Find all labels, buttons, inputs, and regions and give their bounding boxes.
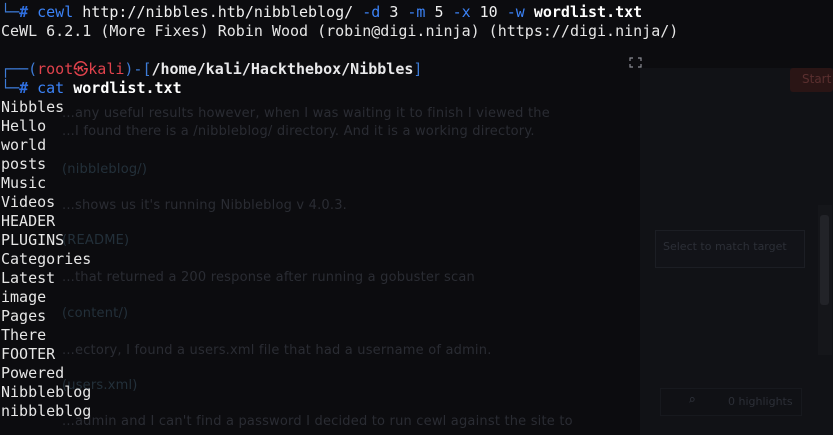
- prompt-host: kali: [88, 60, 125, 78]
- wordlist-line: Pages: [1, 307, 47, 325]
- flag-m: -m: [407, 3, 426, 21]
- flag-d: -d: [362, 3, 381, 21]
- output-file: wordlist.txt: [533, 3, 643, 21]
- wordlist-line: world: [1, 136, 47, 154]
- wordlist-line: Nibbleblog: [1, 383, 92, 401]
- wordlist-line: FOOTER: [1, 345, 56, 363]
- current-command-line: └─# cat wordlist.txt: [1, 79, 182, 98]
- wordlist-line: Music: [1, 174, 47, 192]
- command-name: cewl: [37, 3, 74, 21]
- wordlist-line: There: [1, 326, 47, 344]
- wordlist-line: Powered: [1, 364, 65, 382]
- wordlist-line: PLUGINS: [1, 231, 65, 249]
- wordlist-line: Categories: [1, 250, 92, 268]
- wordlist-line: posts: [1, 155, 47, 173]
- terminal-window[interactable]: └─# cewl http://nibbles.htb/nibbleblog/ …: [1, 0, 833, 435]
- prompt-separator: )-[: [124, 60, 152, 78]
- prompt-hash: #: [19, 3, 29, 21]
- prompt-close-bracket: ]: [413, 60, 423, 78]
- wordlist-line: image: [1, 288, 47, 306]
- command-url: http://nibbles.htb/nibbleblog/: [82, 3, 354, 21]
- command-argument: wordlist.txt: [73, 79, 182, 97]
- prompt-path: /home/kali/Hackthebox/Nibbles: [151, 60, 414, 78]
- prompt-at-symbol: ㉿: [73, 60, 89, 78]
- command-name: cat: [37, 79, 65, 97]
- prompt-frame-top: ┌──(: [1, 60, 38, 78]
- flag-x: -x: [452, 3, 471, 21]
- wordlist-line: nibbleblog: [1, 402, 92, 420]
- wordlist-line: Hello: [1, 117, 47, 135]
- prompt-user: root: [37, 60, 74, 78]
- flag-m-value: 5: [434, 3, 444, 21]
- cewl-banner: CeWL 6.2.1 (More Fixes) Robin Wood (robi…: [1, 22, 679, 40]
- previous-command-line: └─# cewl http://nibbles.htb/nibbleblog/ …: [1, 3, 642, 22]
- flag-x-value: 10: [479, 3, 498, 21]
- wordlist-line: Videos: [1, 193, 56, 211]
- expand-icon[interactable]: [629, 57, 642, 68]
- flag-w: -w: [506, 3, 525, 21]
- wordlist-line: HEADER: [1, 212, 56, 230]
- prompt-header-line: ┌──(root㉿kali)-[/home/kali/Hackthebox/Ni…: [1, 60, 422, 79]
- wordlist-line: Nibbles: [1, 98, 65, 116]
- prompt-hash: #: [19, 79, 29, 97]
- flag-d-value: 3: [389, 3, 399, 21]
- wordlist-line: Latest: [1, 269, 56, 287]
- prompt-frame-bottom: └─: [1, 79, 20, 97]
- prompt-frame: └─: [1, 3, 20, 21]
